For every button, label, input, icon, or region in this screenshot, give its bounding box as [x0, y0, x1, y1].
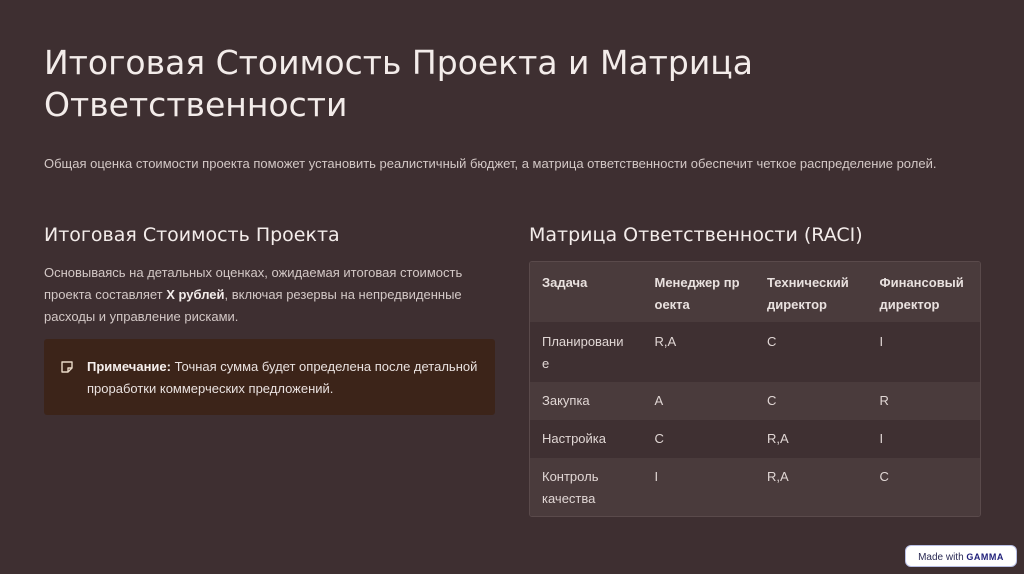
- header-technical-director: Технический директор: [767, 275, 849, 312]
- table-cell: A: [654, 393, 664, 408]
- table-cell: I: [654, 469, 659, 484]
- note-callout: Примечание: Точная сумма будет определен…: [44, 339, 495, 415]
- table-cell: C: [654, 431, 664, 446]
- table-cell: I: [879, 431, 884, 446]
- table-row: Контроль качества I R,A C: [530, 458, 980, 516]
- table-row: Закупка A C R: [530, 382, 980, 420]
- cost-amount: X рублей: [166, 287, 225, 302]
- cost-paragraph: Основываясь на детальных оценках, ожидае…: [44, 262, 484, 328]
- table-cell: Контроль качества: [542, 469, 599, 506]
- table-cell: C: [879, 469, 889, 484]
- table-row: Планирование R,A C I: [530, 322, 980, 382]
- table-cell: I: [879, 334, 884, 349]
- page-subtitle: Общая оценка стоимости проекта поможет у…: [44, 156, 937, 171]
- note-icon: [61, 361, 73, 373]
- table-cell: R: [879, 393, 889, 408]
- gamma-logo: GAMMA: [966, 552, 1004, 562]
- header-task: Задача: [542, 275, 588, 290]
- table-cell: R,A: [767, 431, 789, 446]
- table-cell: Планирование: [542, 334, 624, 371]
- raci-table: Задача Менеджер проекта Технический дире…: [529, 261, 981, 517]
- page-title: Итоговая Стоимость Проекта и Матрица Отв…: [44, 43, 753, 124]
- note-label: Примечание:: [87, 359, 171, 374]
- raci-heading: Матрица Ответственности (RACI): [529, 224, 863, 246]
- cost-heading: Итоговая Стоимость Проекта: [44, 224, 340, 246]
- table-cell: Настройка: [542, 431, 606, 446]
- header-project-manager: Менеджер проекта: [654, 275, 740, 312]
- table-cell: Закупка: [542, 393, 590, 408]
- table-cell: C: [767, 334, 777, 349]
- header-financial-director: Финансовый директор: [879, 275, 964, 312]
- table-row: Настройка C R,A I: [530, 420, 980, 458]
- badge-prefix: Made with: [918, 552, 967, 563]
- table-cell: R,A: [654, 334, 677, 349]
- table-cell: C: [767, 393, 777, 408]
- table-cell: R,A: [767, 469, 789, 484]
- made-with-gamma-badge[interactable]: Made with GAMMA: [905, 545, 1017, 567]
- table-header-row: Задача Менеджер проекта Технический дире…: [530, 262, 980, 322]
